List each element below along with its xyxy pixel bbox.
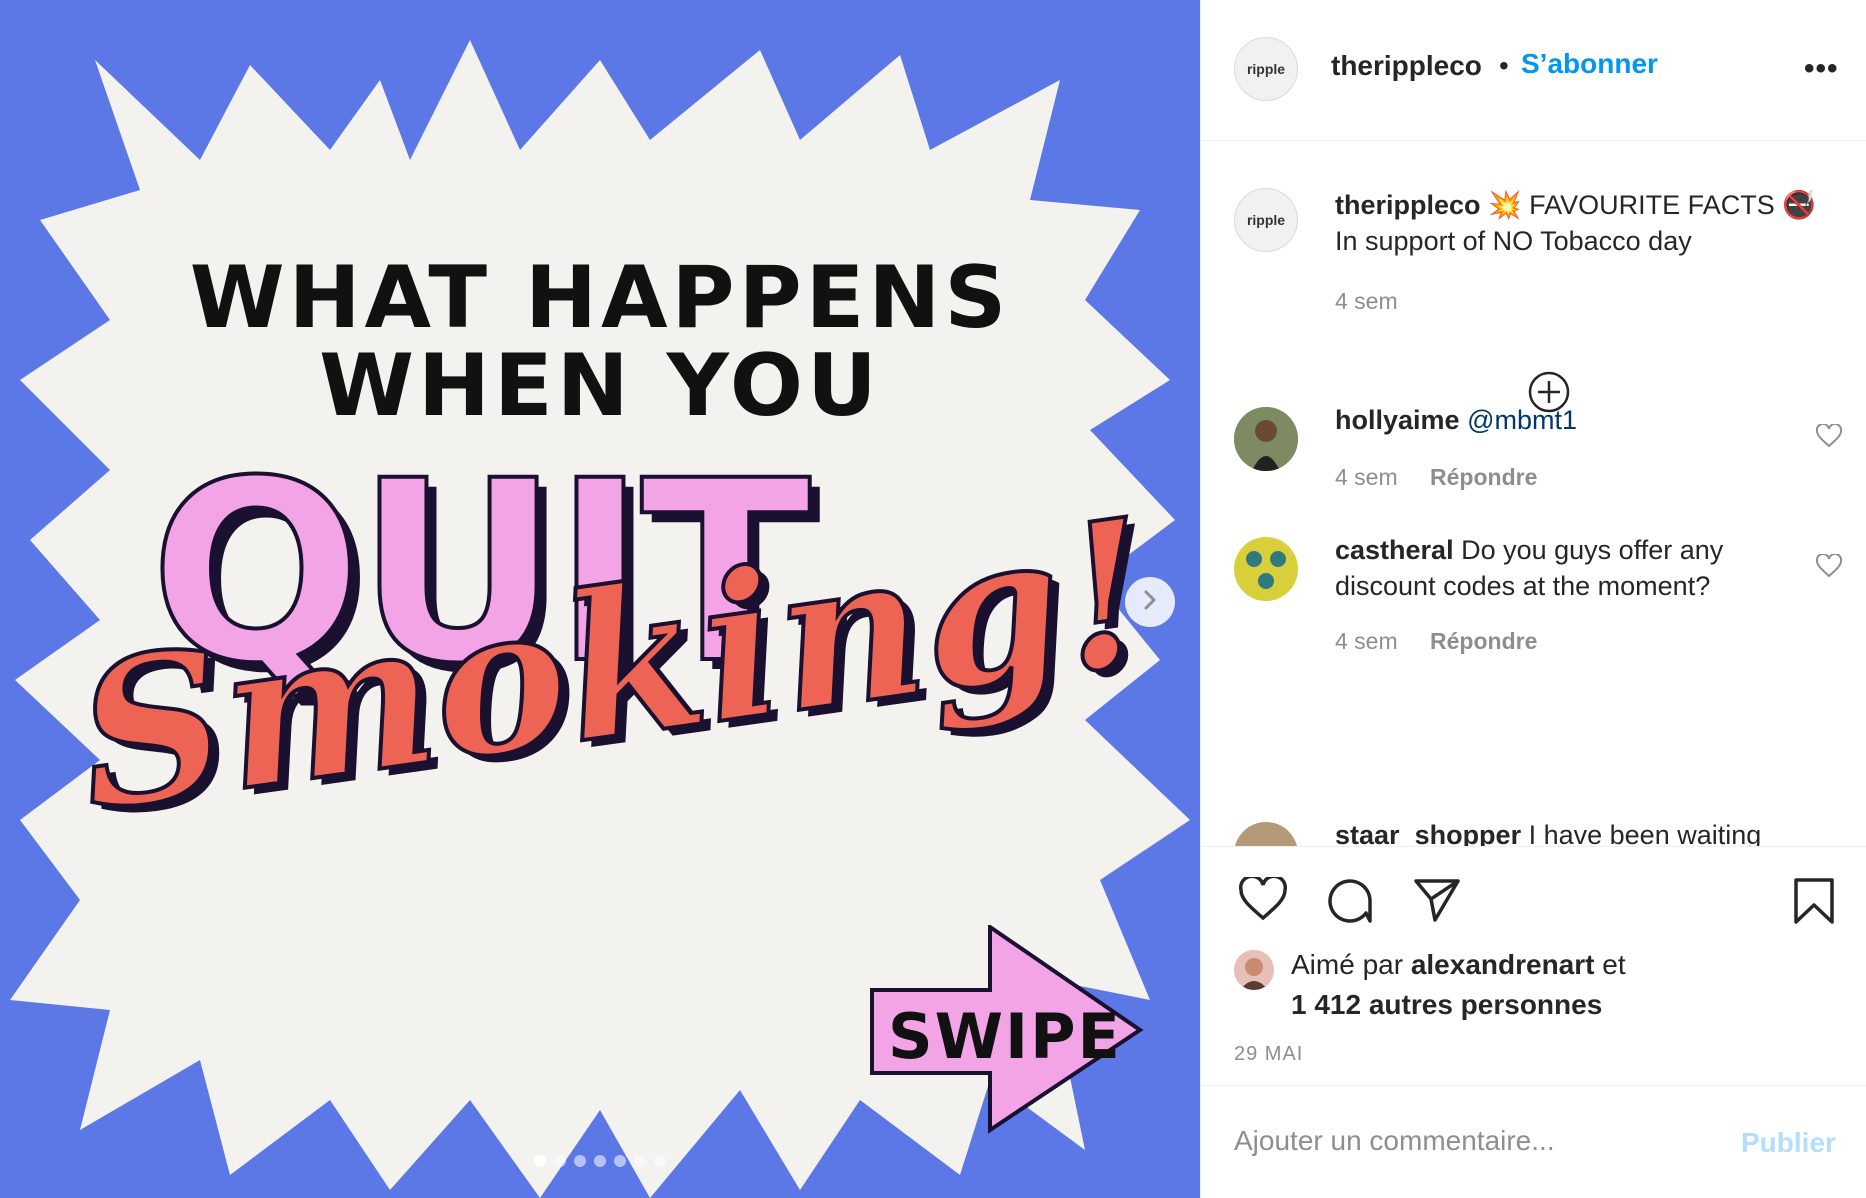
comment-meta: 4 sem Répondre <box>1335 628 1805 655</box>
next-slide-button[interactable] <box>1125 577 1175 627</box>
more-options-icon[interactable]: ••• <box>1804 52 1839 86</box>
like-comment-icon[interactable] <box>1815 422 1843 453</box>
reply-button[interactable]: Répondre <box>1430 464 1537 490</box>
comments-list[interactable]: ripple therippleco 💥 FAVOURITE FACTS 🚭 I… <box>1201 142 1866 846</box>
comment-username[interactable]: staar_shopper <box>1335 820 1521 846</box>
post-media[interactable]: WHAT HAPPENS WHEN YOU QUIT Smoking! SWIP… <box>0 0 1200 1198</box>
caption-time: 4 sem <box>1335 288 1398 314</box>
carousel-indicator <box>0 1155 1200 1167</box>
carousel-dot <box>594 1155 606 1167</box>
liked-by-text: Aimé par alexandrenart et 1 412 autres p… <box>1291 945 1626 1025</box>
avatar-text: ripple <box>1246 212 1286 228</box>
caption: therippleco 💥 FAVOURITE FACTS 🚭 In suppo… <box>1335 187 1845 259</box>
carousel-dot <box>574 1155 586 1167</box>
comment-text: staar_shopper I have been waiting <box>1335 817 1805 846</box>
chevron-right-icon <box>1139 589 1161 616</box>
reply-button[interactable]: Répondre <box>1430 628 1537 654</box>
share-icon[interactable] <box>1413 877 1461 928</box>
liked-by-avatar[interactable] <box>1234 950 1274 990</box>
comment-time: 4 sem <box>1335 464 1398 490</box>
follow-button[interactable]: S’abonner <box>1521 48 1658 80</box>
publish-button[interactable]: Publier <box>1741 1127 1836 1159</box>
comment-input[interactable] <box>1234 1119 1714 1163</box>
carousel-dot <box>554 1155 566 1167</box>
commenter-avatar[interactable] <box>1234 537 1298 601</box>
carousel-dot <box>654 1155 666 1167</box>
avatar-text: ripple <box>1246 61 1286 77</box>
comment-mention[interactable]: @mbmt1 <box>1467 405 1577 435</box>
carousel-dot <box>614 1155 626 1167</box>
liked-by-user[interactable]: alexandrenart <box>1411 949 1595 980</box>
comment-meta: 4 sem Répondre <box>1335 464 1805 491</box>
caption-avatar[interactable]: ripple <box>1234 188 1298 252</box>
like-comment-icon[interactable] <box>1815 552 1843 583</box>
commenter-avatar[interactable] <box>1234 822 1298 846</box>
comment-icon[interactable] <box>1326 877 1374 930</box>
headline-line-1: WHAT HAPPENS <box>189 248 1011 348</box>
comment-text: hollyaime @mbmt1 <box>1335 402 1805 438</box>
author-username[interactable]: therippleco <box>1331 50 1482 82</box>
comment-body: I have been waiting <box>1528 820 1762 846</box>
comment-time: 4 sem <box>1335 628 1398 654</box>
liked-by-prefix: Aimé par <box>1291 949 1404 980</box>
commenter-avatar[interactable] <box>1234 407 1298 471</box>
post-header: ripple therippleco • S’abonner ••• <box>1201 0 1866 141</box>
likes-count[interactable]: 1 412 autres personnes <box>1291 989 1602 1020</box>
bookmark-icon[interactable] <box>1793 877 1835 930</box>
header-separator: • <box>1499 50 1509 81</box>
swipe-label: SWIPE <box>888 1000 1122 1073</box>
post-date[interactable]: 29 MAI <box>1234 1043 1303 1066</box>
comment-username[interactable]: castheral <box>1335 535 1454 565</box>
add-comment-bar: Publier <box>1201 1087 1866 1198</box>
comment-username[interactable]: hollyaime <box>1335 405 1460 435</box>
headline-line-2: WHEN YOU <box>319 336 881 436</box>
carousel-dot <box>634 1155 646 1167</box>
comment-text: castheral Do you guys offer any discount… <box>1335 532 1805 604</box>
post-side-panel: ripple therippleco • S’abonner ••• rippl… <box>1200 0 1866 1198</box>
heart-icon[interactable] <box>1238 874 1288 926</box>
liked-by-middle: et <box>1602 949 1626 980</box>
caption-username[interactable]: therippleco <box>1335 190 1481 220</box>
author-avatar[interactable]: ripple <box>1234 37 1298 101</box>
post-actions: Aimé par alexandrenart et 1 412 autres p… <box>1201 846 1866 1086</box>
carousel-dot <box>534 1155 546 1167</box>
